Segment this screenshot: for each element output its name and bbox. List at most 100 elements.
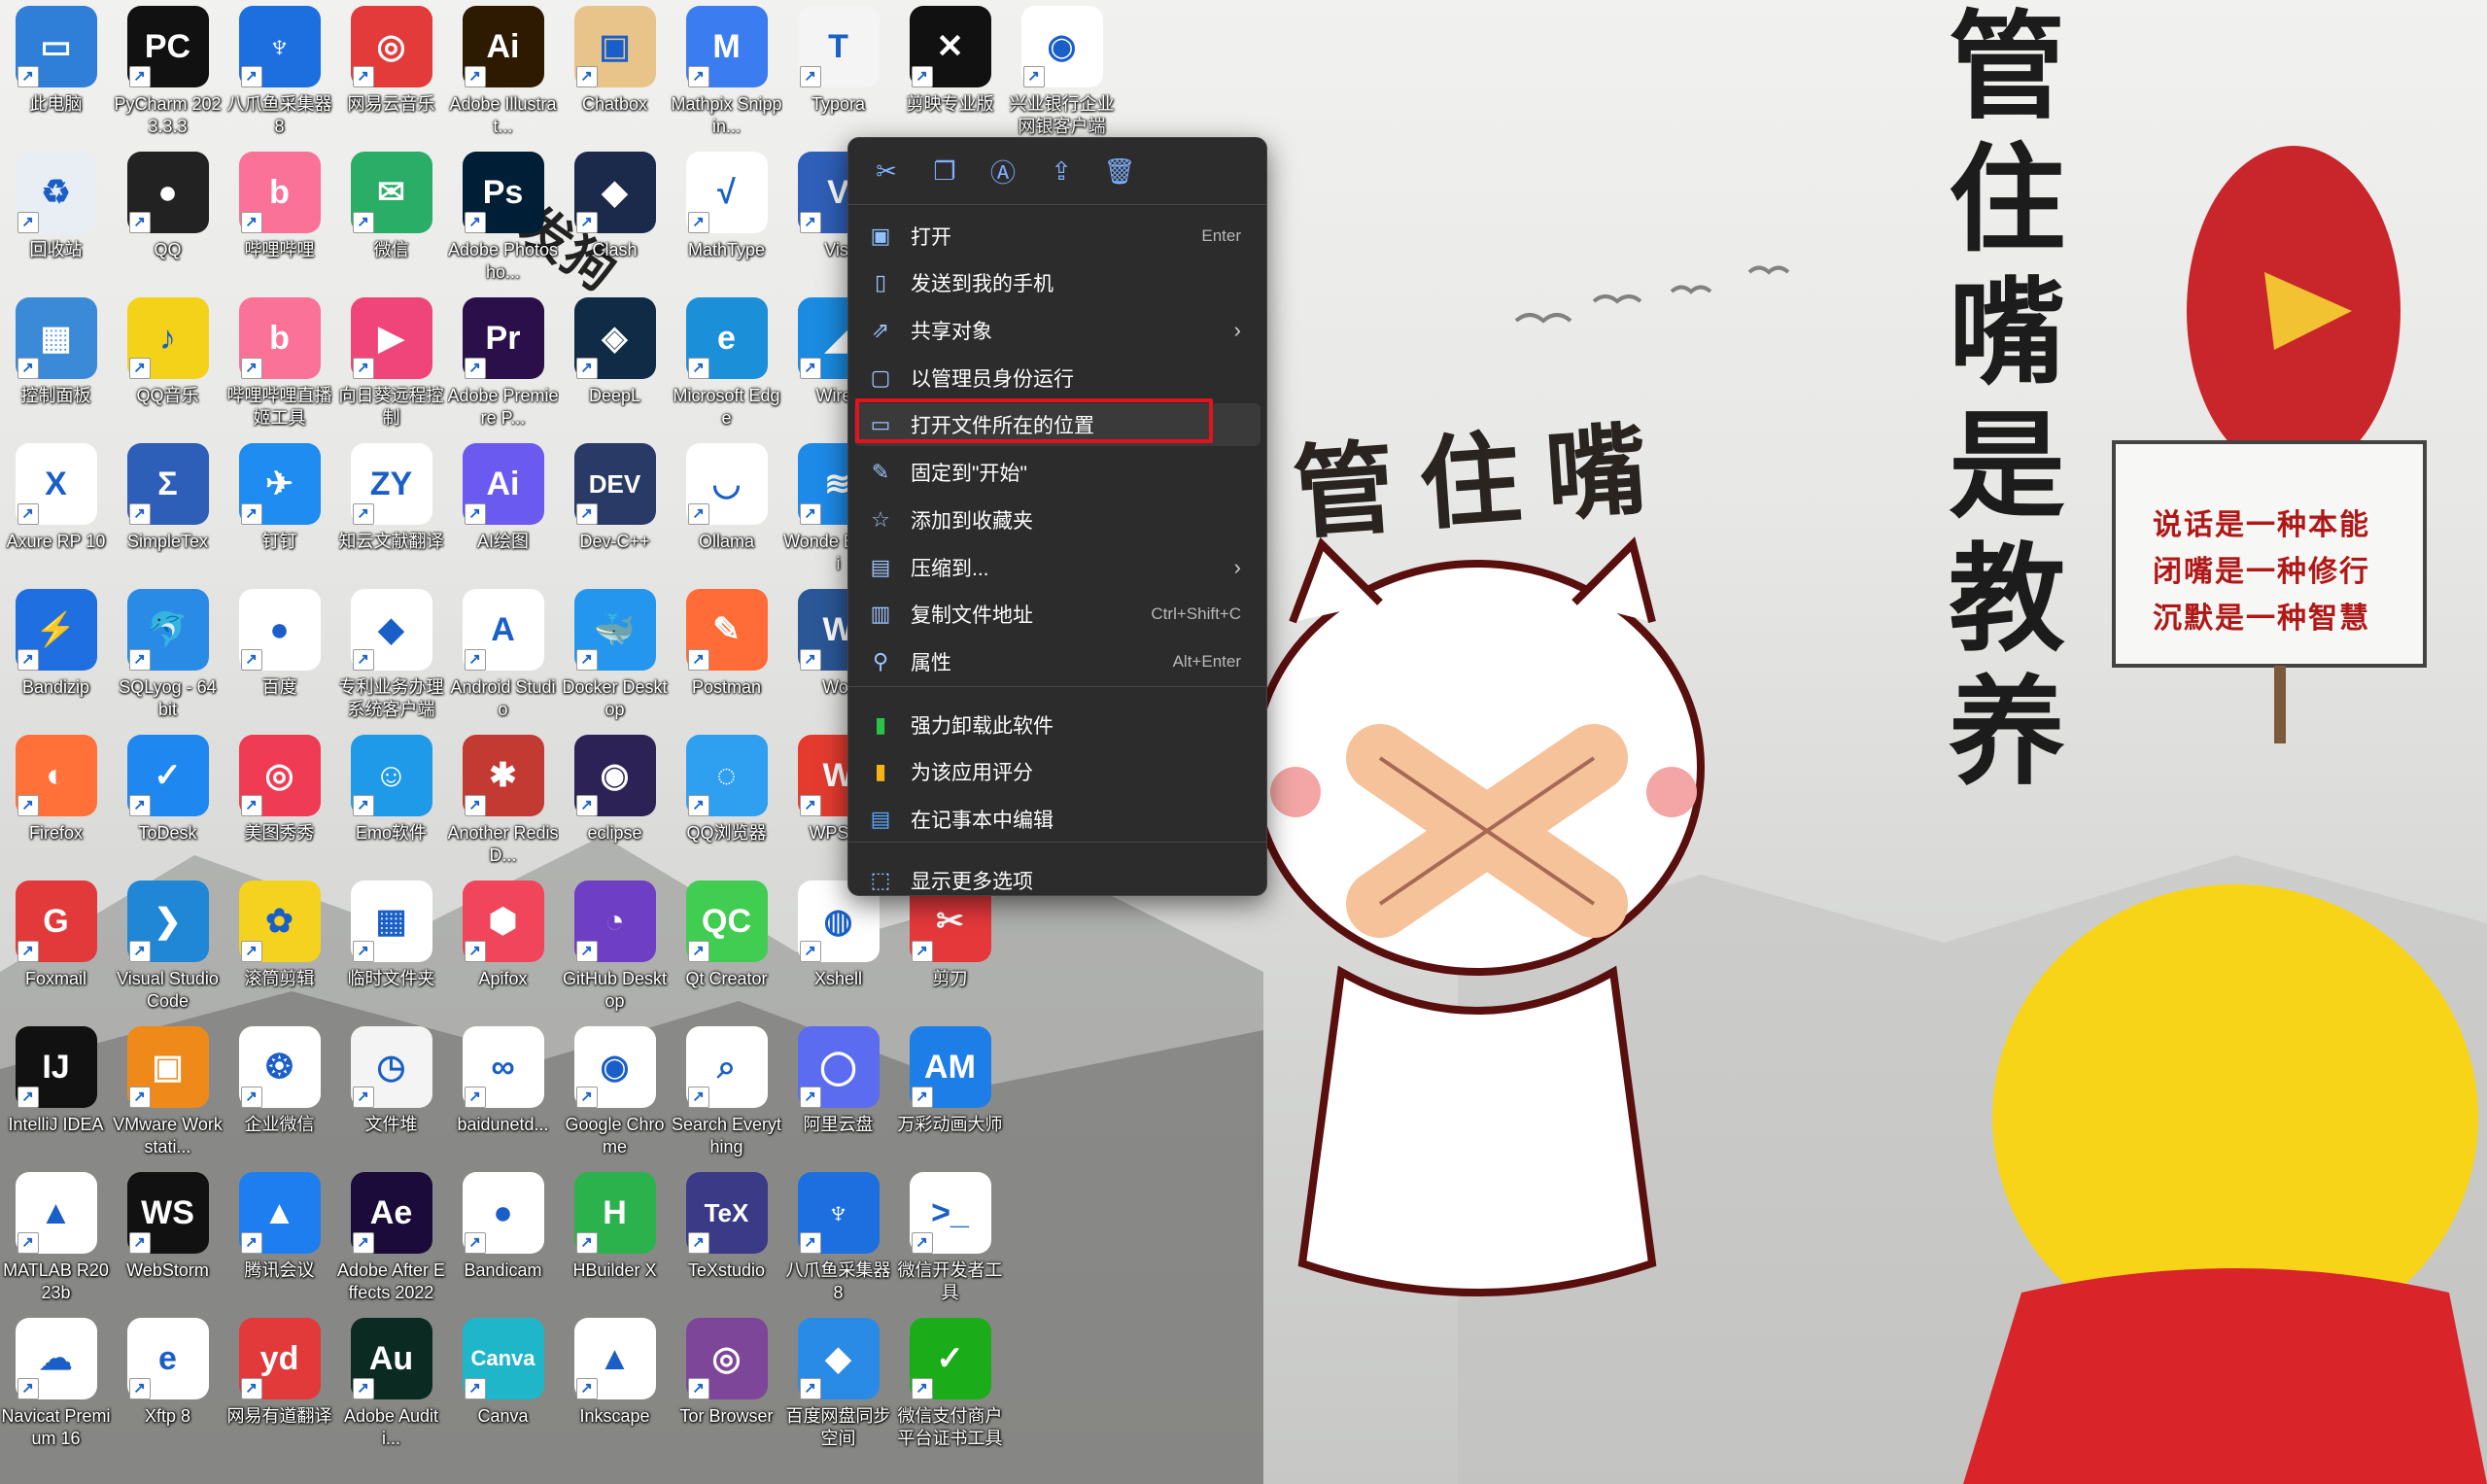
desktop-icon[interactable]: DEV ↗ Dev-C++ — [559, 437, 671, 583]
desktop-icon[interactable]: ▲ ↗ MATLAB R2023b — [0, 1166, 112, 1312]
context-menu-item[interactable]: ▮ 强力卸载此软件 — [854, 704, 1261, 746]
desktop-icon[interactable]: Ai ↗ AI绘图 — [447, 437, 559, 583]
context-menu-item[interactable]: ⚲ 属性 Alt+Enter — [854, 640, 1261, 683]
desktop-icon[interactable]: 🐳 ↗ Docker Desktop — [559, 583, 671, 729]
desktop-icon[interactable]: T ↗ Typora — [782, 0, 894, 146]
desktop-icon[interactable]: ▲ ↗ 腾讯会议 — [224, 1166, 335, 1312]
cut-button[interactable]: ✂ — [866, 151, 907, 191]
desktop-icon[interactable]: ● ↗ 百度 — [224, 583, 335, 729]
desktop-icon[interactable]: WS ↗ WebStorm — [112, 1166, 224, 1312]
desktop-icon[interactable]: ✉ ↗ 微信 — [335, 146, 447, 292]
context-menu-item[interactable]: ⇗ 共享对象 › — [854, 309, 1261, 352]
context-menu-item[interactable]: ⬚ 显示更多选项 — [854, 859, 1261, 902]
desktop-icon[interactable]: TeX ↗ TeXstudio — [671, 1166, 782, 1312]
dingtalk-icon: ✈ ↗ — [238, 443, 321, 525]
desktop-icon[interactable]: Ai ↗ Adobe Illustrat... — [447, 0, 559, 146]
desktop-icon[interactable]: ◷ ↗ 文件堆 — [335, 1020, 447, 1166]
desktop-icon[interactable]: ◆ ↗ 百度网盘同步空间 — [782, 1312, 894, 1458]
desktop-icon[interactable]: >_ ↗ 微信开发者工具 — [894, 1166, 1006, 1312]
desktop-icon[interactable]: A ↗ Android Studio — [447, 583, 559, 729]
desktop-icon[interactable]: ✈ ↗ 钉钉 — [224, 437, 335, 583]
desktop-icon[interactable]: ◆ ↗ Clash — [559, 146, 671, 292]
desktop-icon[interactable]: ◎ ↗ 网易云音乐 — [335, 0, 447, 146]
desktop-icon[interactable]: ◌ ↗ QQ浏览器 — [671, 729, 782, 875]
desktop-icon[interactable]: ☁ ↗ Navicat Premium 16 — [0, 1312, 112, 1458]
desktop-icon[interactable]: ZY ↗ 知云文献翻译 — [335, 437, 447, 583]
desktop-icon[interactable]: ⚡ ↗ Bandizip — [0, 583, 112, 729]
desktop-icon[interactable]: ✓ ↗ ToDesk — [112, 729, 224, 875]
desktop-icon[interactable]: IJ ↗ IntelliJ IDEA — [0, 1020, 112, 1166]
desktop-icon[interactable]: Pr ↗ Adobe Premiere P... — [447, 292, 559, 437]
desktop-icon[interactable]: ◐ ↗ Firefox — [0, 729, 112, 875]
desktop-icon[interactable]: ♻ ↗ 回收站 — [0, 146, 112, 292]
desktop-icon[interactable]: Ps ↗ Adobe Photosho... — [447, 146, 559, 292]
desktop-icon[interactable]: ❂ ↗ 企业微信 — [224, 1020, 335, 1166]
desktop-icon[interactable]: ✿ ↗ 滚筒剪辑 — [224, 875, 335, 1020]
desktop-icon[interactable]: ● ↗ Bandicam — [447, 1166, 559, 1312]
desktop-icon[interactable]: ▣ ↗ Chatbox — [559, 0, 671, 146]
desktop-icon[interactable]: ✎ ↗ Postman — [671, 583, 782, 729]
desktop-icon[interactable]: Canva ↗ Canva — [447, 1312, 559, 1458]
desktop-icon[interactable]: ❯ ↗ Visual Studio Code — [112, 875, 224, 1020]
desktop-icon[interactable]: ▦ ↗ 控制面板 — [0, 292, 112, 437]
desktop-icon[interactable]: ▣ ↗ VMware Workstati... — [112, 1020, 224, 1166]
context-menu-item[interactable]: ☆ 添加到收藏夹 — [854, 499, 1261, 541]
desktop-icon[interactable]: ∞ ↗ baidunetd... — [447, 1020, 559, 1166]
desktop-icon[interactable]: M ↗ Mathpix Snippin... — [671, 0, 782, 146]
desktop-icon-label: 向日葵远程控制 — [338, 386, 444, 428]
desktop-icon[interactable]: b ↗ 哔哩哔哩直播姬工具 — [224, 292, 335, 437]
desktop-icon[interactable]: ▭ ↗ 此电脑 — [0, 0, 112, 146]
desktop-icon[interactable]: yd ↗ 网易有道翻译 — [224, 1312, 335, 1458]
context-menu-item[interactable]: ▥ 复制文件地址 Ctrl+Shift+C — [854, 593, 1261, 636]
desktop-icon[interactable]: ◈ ↗ DeepL — [559, 292, 671, 437]
desktop-icon[interactable]: ♆ ↗ 八爪鱼采集器 8 — [782, 1166, 894, 1312]
desktop-icon[interactable]: ✓ ↗ 微信支付商户平台证书工具 — [894, 1312, 1006, 1458]
context-menu-item[interactable]: ▮ 为该应用评分 — [854, 750, 1261, 793]
desktop-icon[interactable]: ● ↗ QQ — [112, 146, 224, 292]
desktop-icon[interactable]: ▲ ↗ Inkscape — [559, 1312, 671, 1458]
desktop-icon[interactable]: PC ↗ PyCharm 2023.3.3 — [112, 0, 224, 146]
desktop-icon[interactable]: X ↗ Axure RP 10 — [0, 437, 112, 583]
desktop-icon[interactable]: ◔ ↗ GitHub Desktop — [559, 875, 671, 1020]
desktop-icon[interactable]: Ae ↗ Adobe After Effects 2022 — [335, 1166, 447, 1312]
desktop-icon[interactable]: ◎ ↗ Tor Browser — [671, 1312, 782, 1458]
desktop-icon[interactable]: ⌕ ↗ Search Everything — [671, 1020, 782, 1166]
desktop-icon[interactable]: e ↗ Microsoft Edge — [671, 292, 782, 437]
desktop-icon[interactable]: AM ↗ 万彩动画大师 — [894, 1020, 1006, 1166]
context-menu-item[interactable]: ✎ 固定到"开始" — [854, 451, 1261, 494]
desktop-icon[interactable]: b ↗ 哔哩哔哩 — [224, 146, 335, 292]
context-menu-item[interactable]: ▢ 以管理员身份运行 — [854, 357, 1261, 399]
desktop-icon[interactable]: ◆ ↗ 专利业务办理系统客户端 — [335, 583, 447, 729]
delete-button[interactable]: 🗑 — [1099, 151, 1140, 191]
share-button[interactable]: ⇪ — [1041, 151, 1082, 191]
desktop-icon[interactable]: 🐬 ↗ SQLyog - 64 bit — [112, 583, 224, 729]
context-menu-item[interactable]: ▤ 在记事本中编辑 — [854, 798, 1261, 841]
desktop-icon[interactable]: ♆ ↗ 八爪鱼采集器 8 — [224, 0, 335, 146]
desktop-icon[interactable]: ◉ ↗ 兴业银行企业网银客户端 — [1006, 0, 1118, 146]
desktop-icon[interactable]: ⬢ ↗ Apifox — [447, 875, 559, 1020]
desktop-icon[interactable]: ◯ ↗ 阿里云盘 — [782, 1020, 894, 1166]
rename-button[interactable]: Ⓐ — [983, 151, 1023, 191]
context-menu-item[interactable]: ▣ 打开 Enter — [854, 215, 1261, 258]
desktop-icon[interactable]: ✕ ↗ 剪映专业版 — [894, 0, 1006, 146]
desktop-icon[interactable]: H ↗ HBuilder X — [559, 1166, 671, 1312]
desktop-icon[interactable]: ◡ ↗ Ollama — [671, 437, 782, 583]
desktop-icon[interactable]: Au ↗ Adobe Auditi... — [335, 1312, 447, 1458]
context-menu-item[interactable]: ▯ 发送到我的手机 — [854, 261, 1261, 304]
desktop-icon[interactable]: √ ↗ MathType — [671, 146, 782, 292]
copy-button[interactable]: ❐ — [924, 151, 965, 191]
desktop-icon[interactable]: ▦ ↗ 临时文件夹 — [335, 875, 447, 1020]
desktop-icon[interactable]: ◉ ↗ eclipse — [559, 729, 671, 875]
desktop-icon[interactable]: ♪ ↗ QQ音乐 — [112, 292, 224, 437]
context-menu-item[interactable]: ▤ 压缩到... › — [854, 546, 1261, 589]
desktop-icon[interactable]: ◎ ↗ 美图秀秀 — [224, 729, 335, 875]
desktop-icon[interactable]: ☺ ↗ Emo软件 — [335, 729, 447, 875]
desktop-icon[interactable]: G ↗ Foxmail — [0, 875, 112, 1020]
desktop-icon[interactable]: QC ↗ Qt Creator — [671, 875, 782, 1020]
desktop-icon[interactable]: ◉ ↗ Google Chrome — [559, 1020, 671, 1166]
desktop-icon[interactable]: Σ ↗ SimpleTex — [112, 437, 224, 583]
desktop-icon[interactable]: ✱ ↗ Another Redis D... — [447, 729, 559, 875]
shortcut-arrow-icon: ↗ — [240, 649, 262, 671]
desktop-icon[interactable]: ▶ ↗ 向日葵远程控制 — [335, 292, 447, 437]
desktop-icon[interactable]: e ↗ Xftp 8 — [112, 1312, 224, 1458]
